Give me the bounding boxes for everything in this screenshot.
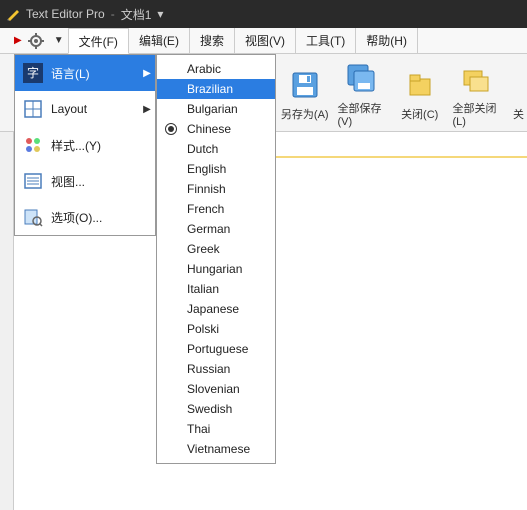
language-option[interactable]: French [157,199,275,219]
language-icon: 字 [15,61,51,85]
language-label: Portuguese [187,342,248,356]
menu-tab-edit[interactable]: 编辑(E) [129,28,190,53]
language-option[interactable]: Italian [157,279,275,299]
title-dropdown-icon[interactable]: ▾ [157,7,163,21]
tool-close[interactable]: 关闭(C) [395,64,444,122]
language-option[interactable]: Slovenian [157,379,275,399]
language-option[interactable]: Dutch [157,139,275,159]
menu-item-view[interactable]: 视图... [15,163,155,199]
svg-text:字: 字 [27,65,39,80]
tool-save-all[interactable]: 全部保存(V) [337,58,386,128]
menu-item-options[interactable]: 选项(O)... [15,199,155,235]
menu-item-layout[interactable]: Layout ▶ [15,91,155,127]
language-label: Italian [187,282,219,296]
tool-close-other[interactable]: 关 [510,64,527,122]
layout-icon [15,99,51,119]
view-icon [15,171,51,191]
language-label: Arabic [187,62,221,76]
menu-tab-view[interactable]: 视图(V) [235,28,296,53]
language-option[interactable]: Chinese [157,119,275,139]
language-option[interactable]: Finnish [157,179,275,199]
language-option[interactable]: Hungarian [157,259,275,279]
language-option[interactable]: Arabic [157,59,275,79]
app-title: Text Editor Pro [26,7,105,21]
dropdown-arrow-icon[interactable]: ▼ [50,28,68,53]
document-title: 文档1 [121,6,152,23]
language-label: German [187,222,230,236]
language-submenu: Arabic Brazilian Bulgarian Chinese Dutch Engl… [156,54,276,464]
radio-checked-icon [165,123,177,135]
language-option[interactable]: Bulgarian [157,99,275,119]
language-option[interactable]: Vietnamese [157,439,275,459]
language-option[interactable]: German [157,219,275,239]
language-label: Brazilian [187,82,233,96]
settings-menu: 字 语言(L) ▶ Layout ▶ 样式...(Y) 视图... 选项(O).… [14,54,156,236]
language-label: Greek [187,242,220,256]
settings-gear-icon[interactable] [26,28,50,53]
language-option[interactable]: Thai [157,419,275,439]
title-bar: Text Editor Pro - 文档1 ▾ [0,0,527,28]
language-option[interactable]: Brazilian [157,79,275,99]
style-icon [15,135,51,155]
language-option[interactable]: English [157,159,275,179]
title-separator: - [111,7,115,21]
left-gutter [0,132,14,510]
submenu-arrow-icon: ▶ [139,68,155,79]
menu-tab-tools[interactable]: 工具(T) [296,28,356,53]
submenu-arrow-icon: ▶ [139,104,155,115]
language-option[interactable]: Swedish [157,399,275,419]
language-option[interactable]: Russian [157,359,275,379]
menu-bar: ▶ ▼ 文件(F) 编辑(E) 搜索 视图(V) 工具(T) 帮助(H) [0,28,527,54]
language-label: Slovenian [187,382,240,396]
language-label: Dutch [187,142,218,156]
language-label: Vietnamese [187,442,250,456]
menu-item-language[interactable]: 字 语言(L) ▶ [15,55,155,91]
language-label: Swedish [187,402,232,416]
tool-close-all[interactable]: 全部关闭(L) [452,58,501,128]
language-label: Japanese [187,302,239,316]
language-label: Bulgarian [187,102,238,116]
menu-tab-file[interactable]: 文件(F) [68,28,129,54]
tool-save-as[interactable]: 另存为(A) [280,64,329,122]
language-label: Finnish [187,182,226,196]
menu-tab-help[interactable]: 帮助(H) [356,28,418,53]
language-option[interactable]: Greek [157,239,275,259]
menu-item-style[interactable]: 样式...(Y) [15,127,155,163]
language-label: French [187,202,224,216]
language-label: Hungarian [187,262,242,276]
red-pointer-icon: ▶ [10,28,26,53]
language-label: Chinese [187,122,231,136]
language-option[interactable]: Japanese [157,299,275,319]
language-option[interactable]: Portuguese [157,339,275,359]
options-icon [15,207,51,227]
language-label: Polski [187,322,219,336]
language-label: Thai [187,422,210,436]
language-option[interactable]: Polski [157,319,275,339]
language-label: English [187,162,226,176]
language-label: Russian [187,362,230,376]
menu-tab-search[interactable]: 搜索 [190,28,235,53]
app-icon [6,7,20,21]
